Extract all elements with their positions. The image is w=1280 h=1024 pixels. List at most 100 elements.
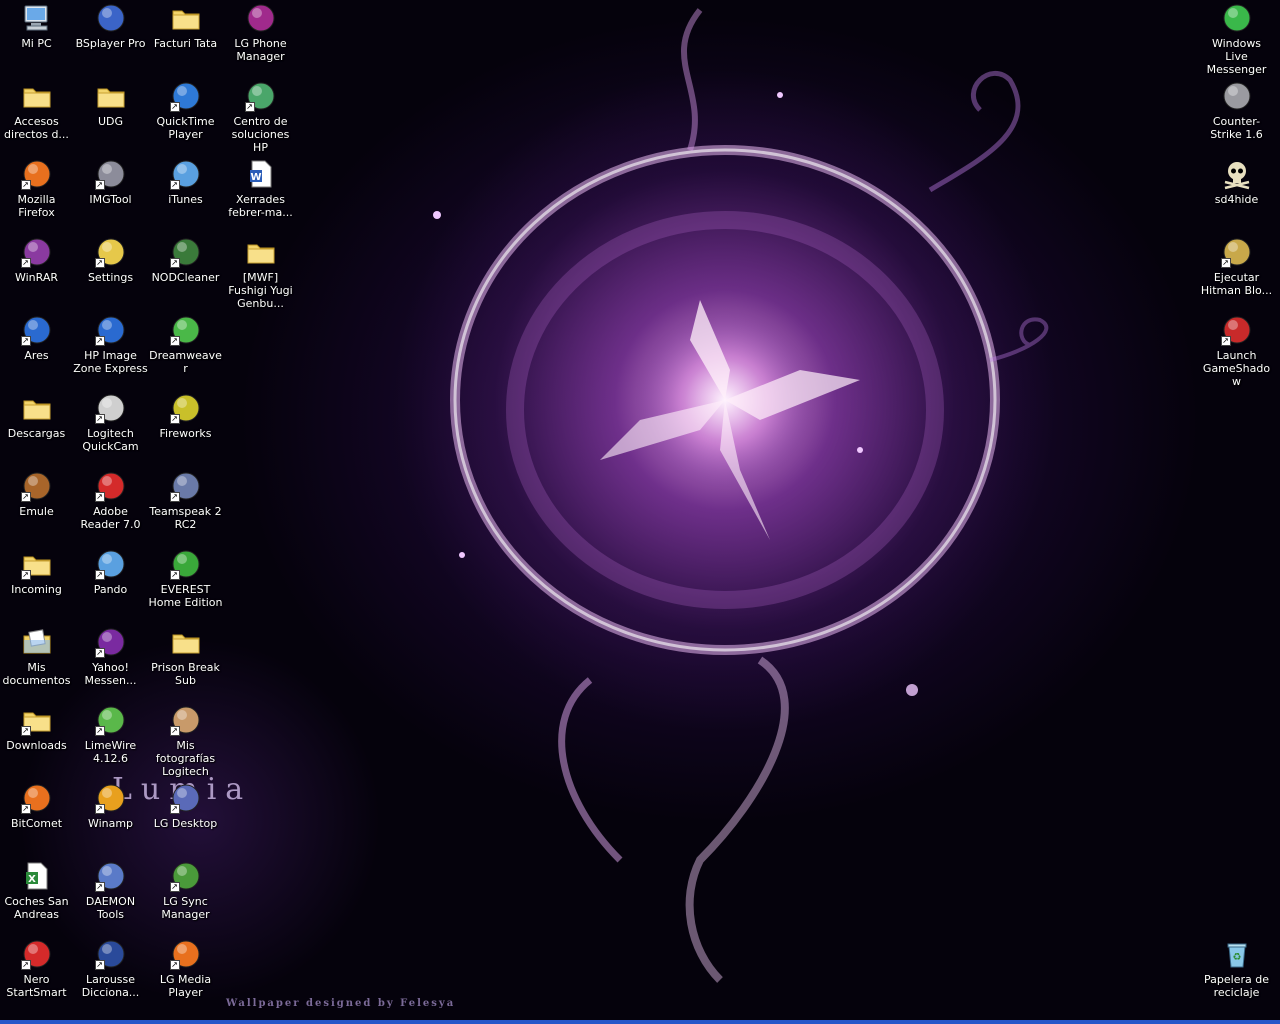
daemon-tools-icon: ↗ [94, 860, 127, 892]
desktop-icon-label: Mis fotografías Logitech [155, 739, 216, 778]
desktop-icon-incoming[interactable]: ↗ Incoming [0, 546, 74, 620]
shortcut-arrow-icon: ↗ [169, 180, 180, 190]
larousse-icon: ↗ [94, 938, 127, 970]
desktop-icon-bitcomet[interactable]: ↗ BitComet [0, 780, 74, 854]
desktop-icon-label: HP Image Zone Express [73, 349, 148, 375]
desktop-icon-ares[interactable]: ↗ Ares [0, 312, 74, 386]
desktop-icon-label: Larousse Dicciona... [81, 973, 140, 999]
shortcut-arrow-icon: ↗ [169, 336, 180, 346]
desktop-icon-lg-sync-manager[interactable]: ↗ LG Sync Manager [148, 858, 223, 932]
desktop-icon-label: [MWF] Fushigi Yugi Genbu... [228, 271, 293, 310]
desktop-icon-fireworks[interactable]: ↗ Fireworks [148, 390, 223, 464]
desktop-icon-yahoo-messen[interactable]: ↗ Yahoo! Messen... [73, 624, 148, 698]
desktop-icon-logitech-quickcam[interactable]: ↗ Logitech QuickCam [73, 390, 148, 464]
winamp-icon: ↗ [94, 782, 127, 814]
desktop-icon-label: LimeWire 4.12.6 [84, 739, 137, 765]
desktop-icon-label: Emule [19, 505, 54, 518]
desktop-icon-emule[interactable]: ↗ Emule [0, 468, 74, 542]
adobe-reader-icon: ↗ [94, 470, 127, 502]
desktop-icon-label: LG Sync Manager [161, 895, 210, 921]
desktop-icon-winamp[interactable]: ↗ Winamp [73, 780, 148, 854]
desktop-icon-hp-image-zone-express[interactable]: ↗ HP Image Zone Express [73, 312, 148, 386]
nero-icon: ↗ [20, 938, 53, 970]
desktop-icon-papelera-de-reciclaje[interactable]: ♻ Papelera de reciclaje [1199, 936, 1274, 1010]
desktop-icon-mis-fotograf-as-logitech[interactable]: ↗ Mis fotografías Logitech [148, 702, 223, 778]
folder-icon [170, 626, 202, 658]
desktop-icon-label: Windows Live Messenger [1206, 37, 1267, 76]
shortcut-arrow-icon: ↗ [94, 726, 105, 736]
desktop-icon-label: BSplayer Pro [75, 37, 146, 50]
desktop-icon-larousse-dicciona[interactable]: ↗ Larousse Dicciona... [73, 936, 148, 1010]
svg-text:W: W [250, 172, 261, 183]
desktop-icon-label: Descargas [7, 427, 66, 440]
desktop-icon-counter-strike-1-6[interactable]: Counter-Strike 1.6 [1199, 78, 1274, 152]
desktop-icon-pando[interactable]: ↗ Pando [73, 546, 148, 620]
shortcut-arrow-icon: ↗ [244, 102, 255, 112]
desktop-icon-label: iTunes [168, 193, 203, 206]
shortcut-arrow-icon: ↗ [20, 804, 31, 814]
lg-media-player-icon: ↗ [169, 938, 202, 970]
desktop-icon-quicktime-player[interactable]: ↗ QuickTime Player [148, 78, 223, 152]
desktop-icon-windows-live-messenger[interactable]: Windows Live Messenger [1199, 0, 1274, 76]
desktop-icon-label: Papelera de reciclaje [1204, 973, 1269, 999]
desktop-icon-settings[interactable]: ↗ Settings [73, 234, 148, 308]
desktop-icon-nodcleaner[interactable]: ↗ NODCleaner [148, 234, 223, 308]
desktop-icon-mwf-fushigi-yugi-genbu[interactable]: [MWF] Fushigi Yugi Genbu... [223, 234, 298, 310]
windows-live-messenger-icon [1221, 2, 1253, 34]
desktop-icon-lg-media-player[interactable]: ↗ LG Media Player [148, 936, 223, 1010]
gameshadow-icon: ↗ [1220, 314, 1253, 346]
emule-icon: ↗ [20, 470, 53, 502]
desktop-icon-coches-san-andreas[interactable]: X Coches San Andreas [0, 858, 74, 932]
folder-icon [245, 236, 277, 268]
svg-text:X: X [28, 874, 36, 885]
desktop-icon-prison-break-sub[interactable]: Prison Break Sub [148, 624, 223, 698]
lg-sync-icon: ↗ [169, 860, 202, 892]
desktop-icon-teamspeak-2-rc2[interactable]: ↗ Teamspeak 2 RC2 [148, 468, 223, 542]
yahoo-messenger-icon: ↗ [94, 626, 127, 658]
desktop-icon-label: sd4hide [1214, 193, 1259, 206]
desktop-icon-ejecutar-hitman-blo[interactable]: ↗ Ejecutar Hitman Blo... [1199, 234, 1274, 308]
desktop-icon-facturi-tata[interactable]: Facturi Tata [148, 0, 223, 74]
desktop-icon-descargas[interactable]: Descargas [0, 390, 74, 464]
shortcut-arrow-icon: ↗ [94, 492, 105, 502]
desktop-icon-sd4hide[interactable]: sd4hide [1199, 156, 1274, 230]
desktop-icon-mozilla-firefox[interactable]: ↗ Mozilla Firefox [0, 156, 74, 230]
desktop-icon-xerrades-febrer-ma[interactable]: W Xerrades febrer-ma... [223, 156, 298, 230]
desktop-icon-accesos-directos-d[interactable]: Accesos directos d... [0, 78, 74, 152]
desktop-icon-downloads[interactable]: ↗ Downloads [0, 702, 74, 776]
shortcut-arrow-icon: ↗ [1220, 258, 1231, 268]
desktop-icon-udg[interactable]: UDG [73, 78, 148, 152]
desktop-icon-mi-pc[interactable]: Mi PC [0, 0, 74, 74]
shortcut-arrow-icon: ↗ [169, 882, 180, 892]
desktop-icon-mis-documentos[interactable]: Mis documentos [0, 624, 74, 698]
folder-icon: ↗ [20, 704, 53, 736]
desktop-icon-nero-startsmart[interactable]: ↗ Nero StartSmart [0, 936, 74, 1010]
desktop-icon-daemon-tools[interactable]: ↗ DAEMON Tools [73, 858, 148, 932]
desktop-icon-lg-desktop[interactable]: ↗ LG Desktop [148, 780, 223, 854]
desktop-icon-lg-phone-manager[interactable]: LG Phone Manager [223, 0, 298, 74]
folder-icon [21, 80, 53, 112]
desktop-icon-label: EVEREST Home Edition [148, 583, 223, 609]
desktop-icon-label: IMGTool [89, 193, 132, 206]
shortcut-arrow-icon: ↗ [94, 180, 105, 190]
shortcut-arrow-icon: ↗ [94, 414, 105, 424]
desktop-icon-everest-home-edition[interactable]: ↗ EVEREST Home Edition [148, 546, 223, 620]
desktop-icon-imgtool[interactable]: ↗ IMGTool [73, 156, 148, 230]
desktop-icon-itunes[interactable]: ↗ iTunes [148, 156, 223, 230]
desktop-icon-adobe-reader-7-0[interactable]: ↗ Adobe Reader 7.0 [73, 468, 148, 542]
desktop-icon-launch-gameshadow[interactable]: ↗ Launch GameShadow [1199, 312, 1274, 388]
desktop-icon-label: Centro de soluciones HP [231, 115, 290, 154]
firefox-icon: ↗ [20, 158, 53, 190]
desktop-icon-limewire-4-12-6[interactable]: ↗ LimeWire 4.12.6 [73, 702, 148, 776]
desktop-icon-winrar[interactable]: ↗ WinRAR [0, 234, 74, 308]
desktop-icon-dreamweaver[interactable]: ↗ Dreamweaver [148, 312, 223, 386]
excel-document-icon: X [21, 860, 53, 892]
shortcut-arrow-icon: ↗ [94, 882, 105, 892]
desktop-icon-label: Winamp [87, 817, 134, 830]
desktop-icon-centro-de-soluciones-hp[interactable]: ↗ Centro de soluciones HP [223, 78, 298, 154]
shortcut-arrow-icon: ↗ [169, 414, 180, 424]
everest-icon: ↗ [169, 548, 202, 580]
itunes-icon: ↗ [169, 158, 202, 190]
desktop-icon-bsplayer-pro[interactable]: BSplayer Pro [73, 0, 148, 74]
ares-icon: ↗ [20, 314, 53, 346]
